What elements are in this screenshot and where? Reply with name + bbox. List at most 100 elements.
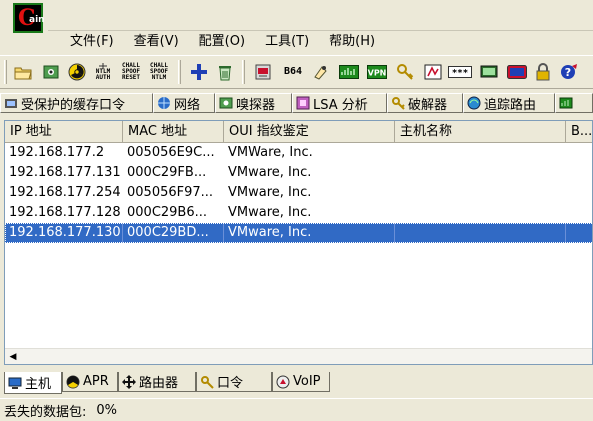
table-cell: VMware, Inc. <box>224 223 395 243</box>
vpn-label: VPN <box>368 69 387 78</box>
key-icon[interactable] <box>394 61 416 83</box>
table-cell: VMware, Inc. <box>228 205 312 220</box>
ntlm-auth-icon[interactable]: NTLM AUTH <box>92 61 114 83</box>
table-cell: 000C29FB... <box>127 165 207 180</box>
column-host-name[interactable]: 主机名称 <box>395 121 566 143</box>
column-b[interactable]: B... <box>566 121 592 143</box>
network-icon <box>156 96 171 111</box>
wireless-scanner-icon[interactable] <box>338 61 360 83</box>
tab-traceroute-label: 追踪路由 <box>484 97 537 113</box>
tab-protected-cache-label: 受保护的缓存口令 <box>21 97 126 113</box>
tab-voip[interactable]: VoIP <box>272 372 330 392</box>
column-mac-address[interactable]: MAC 地址 <box>123 121 224 143</box>
tab-lsa-secrets[interactable]: LSA 分析 <box>292 93 387 113</box>
base64-icon[interactable]: B64 <box>282 61 304 83</box>
table-cell: 005056E9C... <box>127 145 215 160</box>
table-row[interactable]: 192.168.177.254 005056F97... VMware, Inc. <box>5 183 592 203</box>
start-apr-icon[interactable] <box>66 61 88 83</box>
table-cell <box>395 163 566 183</box>
base64-label: B64 <box>283 66 303 77</box>
table-cell: 192.168.177.131 <box>9 165 121 180</box>
certificate-collector-icon[interactable] <box>252 61 274 83</box>
list-body: 192.168.177.2 005056E9C... VMWare, Inc. 192… <box>5 143 592 243</box>
tab-passwords-label: 口令 <box>217 376 244 391</box>
table-cell: 000C29B6... <box>127 205 208 220</box>
password-decoder-icon[interactable]: *** <box>448 61 472 83</box>
tab-sniffer[interactable]: 嗅探器 <box>215 93 292 113</box>
column-ip-address[interactable]: IP 地址 <box>5 121 123 143</box>
table-cell: VMware, Inc. <box>228 185 312 200</box>
traceroute-icon <box>466 96 481 111</box>
table-cell <box>566 203 592 223</box>
table-row[interactable]: 192.168.177.131 000C29FB... VMware, Inc. <box>5 163 592 183</box>
open-folder-icon[interactable] <box>12 61 34 83</box>
table-cell: 005056F97... <box>127 185 214 200</box>
terminal-icon[interactable] <box>506 61 528 83</box>
top-tab-strip: 受保护的缓存口令 网络 嗅探器 LSA 分析 破解器 追踪路由 <box>0 92 593 114</box>
lock-icon[interactable] <box>532 61 554 83</box>
tab-routers[interactable]: 路由器 <box>118 372 196 392</box>
ntlm-auth-line2: AUTH <box>95 74 111 81</box>
passwords-icon <box>199 374 214 389</box>
table-cell: 192.168.177.254 <box>9 185 121 200</box>
menu-view[interactable]: 查看(V) <box>124 32 189 52</box>
tab-network[interactable]: 网络 <box>153 93 215 113</box>
svg-text:?: ? <box>565 66 571 79</box>
table-cell: VMWare, Inc. <box>228 145 313 160</box>
menu-file[interactable]: 文件(F) <box>60 32 124 52</box>
stars-label: *** <box>452 69 468 79</box>
tab-apr-label: APR <box>83 374 109 389</box>
table-cell <box>566 163 592 183</box>
hash-calculator-icon[interactable] <box>310 61 332 83</box>
tab-traceroute[interactable]: 追踪路由 <box>463 93 555 113</box>
tab-hosts[interactable]: 主机 <box>4 372 62 394</box>
table-row[interactable]: 192.168.177.130 000C29BD... VMware, Inc. <box>5 223 592 243</box>
tab-passwords[interactable]: 口令 <box>196 372 272 392</box>
hosts-icon <box>7 375 22 390</box>
tab-lsa-secrets-label: LSA 分析 <box>313 97 368 113</box>
tab-cracker-label: 破解器 <box>408 97 448 113</box>
table-cell: 192.168.177.130 <box>5 223 123 243</box>
horizontal-scrollbar[interactable]: ◀ <box>5 348 592 364</box>
tab-cracker[interactable]: 破解器 <box>387 93 463 113</box>
cracker-icon <box>390 96 405 111</box>
chall-spoof-reset-line3: RESET <box>121 74 141 81</box>
column-oui-fingerprint[interactable]: OUI 指纹鉴定 <box>224 121 395 143</box>
table-cell <box>566 223 592 243</box>
router-icon <box>121 374 136 389</box>
monitor-icon[interactable] <box>478 61 500 83</box>
tab-network-label: 网络 <box>174 97 201 113</box>
table-cell: 192.168.177.2 <box>9 145 105 160</box>
table-cell: VMware, Inc. <box>228 165 312 180</box>
help-icon[interactable]: ? <box>558 61 580 83</box>
lost-packets-value: 0% <box>96 402 118 418</box>
toolbar: NTLM AUTH CHALL SPOOF RESET CHALL SPOOF … <box>0 55 593 89</box>
menu-tools[interactable]: 工具(T) <box>255 32 319 52</box>
routing-table-icon[interactable] <box>422 61 444 83</box>
status-bar: 丢失的数据包: 0% <box>0 398 593 421</box>
title-separator <box>48 30 593 31</box>
chall-spoof-ntlm-line3: NTLM <box>151 74 167 81</box>
tab-protected-cache[interactable]: 受保护的缓存口令 <box>0 93 153 113</box>
chall-spoof-ntlm-icon[interactable]: CHALL SPOOF NTLM <box>148 61 170 83</box>
menu-help[interactable]: 帮助(H) <box>319 32 385 52</box>
bottom-tab-strip: 主机 APR 路由器 口令 VoIP <box>4 372 330 394</box>
chall-spoof-reset-icon[interactable]: CHALL SPOOF RESET <box>120 61 142 83</box>
table-row[interactable]: 192.168.177.2 005056E9C... VMWare, Inc. <box>5 143 592 163</box>
sniffer-icon <box>218 96 233 111</box>
hosts-list[interactable]: IP 地址 MAC 地址 OUI 指纹鉴定 主机名称 B... 192.168.… <box>4 120 593 365</box>
table-row[interactable]: 192.168.177.128 000C29B6... VMware, Inc. <box>5 203 592 223</box>
remove-from-list-icon[interactable] <box>214 61 236 83</box>
tab-hosts-label: 主机 <box>25 377 52 392</box>
vpn-decoder-icon[interactable]: VPN <box>366 61 388 83</box>
tab-apr[interactable]: APR <box>62 372 118 392</box>
menu-configure[interactable]: 配置(O) <box>189 32 255 52</box>
start-sniffer-icon[interactable] <box>40 61 62 83</box>
table-cell <box>566 143 592 163</box>
scroll-left-icon[interactable]: ◀ <box>5 349 21 364</box>
tab-more[interactable] <box>555 93 593 113</box>
table-cell: 000C29BD... <box>123 223 224 243</box>
table-cell <box>395 203 566 223</box>
add-to-list-icon[interactable] <box>188 61 210 83</box>
cain-logo-icon: Cain <box>13 3 45 33</box>
